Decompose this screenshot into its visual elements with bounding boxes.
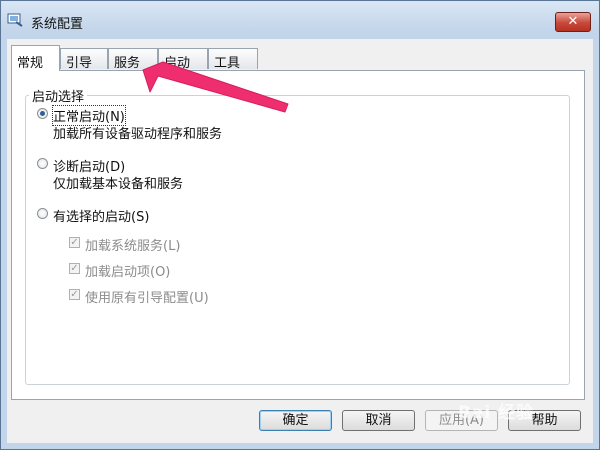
- annotation-arrow-icon: [142, 61, 289, 113]
- watermark: Bai 经验: [458, 403, 535, 423]
